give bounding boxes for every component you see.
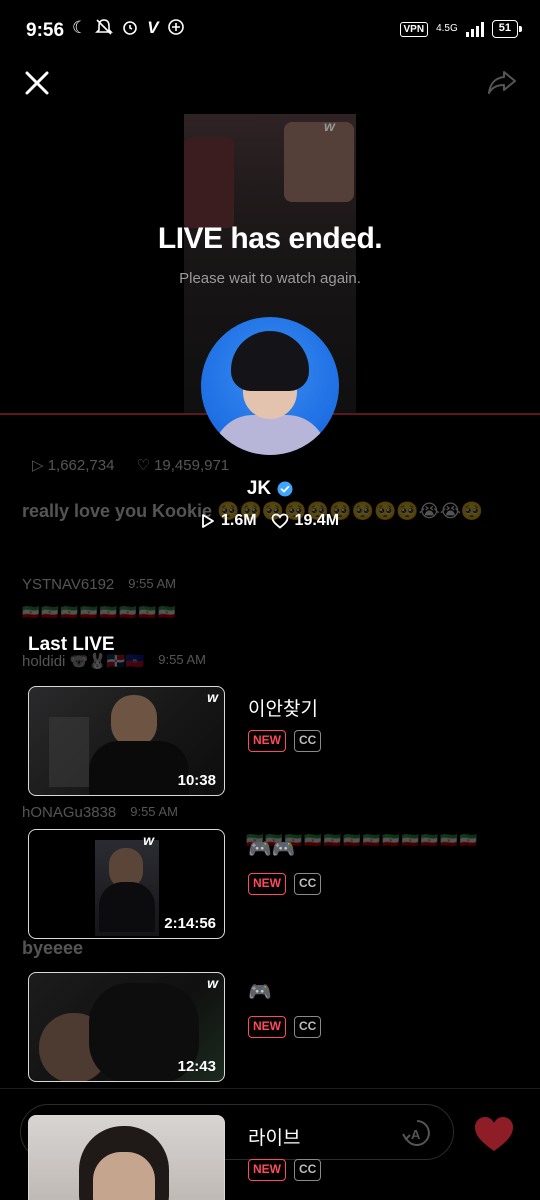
watermark-icon: w (207, 689, 218, 705)
chat-user: hONAGu3838 9:55 AM (22, 804, 178, 821)
new-badge: NEW (248, 873, 286, 895)
status-right: VPN 4.5G 51 (399, 20, 523, 38)
video-duration: 12:43 (177, 1058, 216, 1075)
video-item[interactable]: w 12:43 🎮 NEW CC (28, 972, 508, 1082)
share-button[interactable] (484, 64, 520, 100)
video-badges: NEW CC (248, 730, 322, 752)
profile-name-row: JK (0, 478, 540, 500)
status-time: 9:56 (26, 20, 65, 41)
signal-icon (465, 21, 484, 37)
cc-badge: CC (294, 873, 322, 895)
live-ended-title: LIVE has ended. (157, 222, 383, 255)
cc-badge: CC (294, 1016, 322, 1038)
new-badge: NEW (248, 1159, 286, 1181)
cc-badge: CC (294, 730, 322, 752)
video-thumbnail[interactable]: w 2:14:56 (28, 829, 225, 939)
video-duration: 10:38 (177, 772, 216, 789)
cc-badge: CC (294, 1159, 322, 1181)
moon-icon: ☾ (72, 18, 88, 37)
profile-name: JK (246, 478, 272, 499)
watermark-icon: w (207, 975, 218, 991)
live-ended-subtitle: Please wait to watch again. (179, 270, 361, 287)
bottom-divider (0, 1088, 540, 1089)
last-live-heading: Last LIVE (28, 634, 115, 655)
network-type: 4.5G (436, 23, 458, 34)
verified-icon (277, 481, 293, 497)
chat-views: ▷ 1,662,734 (32, 457, 115, 474)
video-title: 🎮🎮 (248, 839, 296, 860)
video-title: 🎮 (248, 982, 272, 1003)
status-bar: 9:56 ☾ V VPN 4.5G 51 (0, 0, 540, 62)
video-badges: NEW CC (248, 1016, 322, 1038)
chat-message: byeeee (22, 938, 84, 958)
profile-stats: 1.6M 19.4M (0, 512, 540, 530)
likes-stat: 19.4M (271, 512, 339, 530)
video-item[interactable]: w 2:14:56 🎮🎮 NEW CC (28, 829, 508, 939)
share-icon (488, 71, 516, 94)
watermark-icon: w (143, 832, 154, 848)
video-badges: NEW CC (248, 873, 322, 895)
new-badge: NEW (248, 1016, 286, 1038)
video-title: 라이브 (248, 1128, 301, 1149)
video-item[interactable]: w 10:38 이안찾기 NEW CC (28, 686, 508, 796)
bell-off-icon (95, 18, 114, 41)
video-badges: NEW CC (248, 1159, 322, 1181)
video-thumbnail[interactable]: w 10:38 (28, 686, 225, 796)
vpn-badge: VPN (399, 21, 429, 37)
close-button[interactable] (20, 66, 54, 100)
status-icons: ☾ V (72, 18, 185, 41)
play-icon (202, 514, 214, 528)
chat-flags: 🇮🇷🇮🇷🇮🇷🇮🇷🇮🇷🇮🇷🇮🇷🇮🇷 (22, 604, 178, 620)
alarm-icon (121, 18, 139, 41)
battery-icon: 51 (491, 20, 523, 38)
close-icon (25, 71, 49, 95)
plus-circle-icon (167, 18, 185, 41)
video-thumbnail[interactable]: w 12:43 (28, 972, 225, 1082)
new-badge: NEW (248, 730, 286, 752)
chat-likes: ♡ 19,459,971 (136, 457, 230, 474)
video-title: 이안찾기 (248, 699, 318, 720)
watermark-icon: w (324, 118, 335, 134)
chat-stats: ▷ 1,662,734 ♡ 19,459,971 (32, 456, 229, 474)
video-duration: 2:14:56 (164, 915, 216, 932)
video-item[interactable]: 라이브 NEW CC (28, 1115, 508, 1200)
video-thumbnail[interactable] (28, 1115, 225, 1200)
profile-avatar[interactable] (201, 317, 339, 455)
views-stat: 1.6M (201, 512, 257, 530)
v-icon: V (147, 18, 159, 37)
heart-outline-icon (271, 513, 288, 529)
chat-user: YSTNAV6192 9:55 AM (22, 576, 176, 593)
